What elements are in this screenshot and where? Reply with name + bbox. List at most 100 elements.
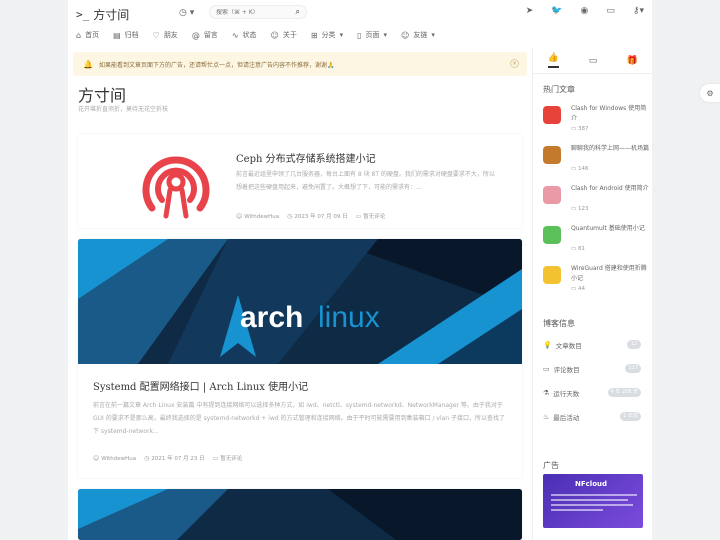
post-card[interactable] (78, 489, 522, 540)
home-icon: ⌂ (76, 30, 82, 40)
archive-icon: ▤ (113, 30, 121, 40)
search-icon[interactable]: ⌕ (296, 7, 300, 17)
post-thumbnail (543, 146, 561, 164)
time-icon[interactable]: ◷ ▾ (179, 8, 194, 18)
clock-icon: ◷ (287, 213, 293, 220)
comment-icon: ▭ (571, 166, 578, 172)
site-name: 方寸间 (93, 8, 130, 22)
banner-text-arch: arch (240, 301, 303, 334)
post-meta: ☺ WithdewHua ◷ 2021 年 07 月 23 日 ▭ 暂无评论 (93, 454, 243, 463)
date: ◷ 2021 年 07 月 23 日 (144, 455, 205, 462)
ad-text-lines (551, 494, 637, 514)
search-input[interactable] (216, 8, 286, 16)
comment-icon: ▭ (571, 246, 578, 252)
post-thumbnail (543, 186, 561, 204)
at-icon: @ (191, 30, 200, 40)
user-icon: ☺ (93, 454, 100, 462)
twitter-icon[interactable]: 🐦 (551, 6, 562, 16)
nav-item-archive[interactable]: ▤ 归档 (113, 30, 139, 40)
comment-icon: ▭ (571, 126, 578, 132)
post-banner[interactable]: arch linux (78, 239, 522, 364)
close-icon[interactable]: × (510, 59, 519, 68)
clock-icon: ◷ (144, 455, 150, 462)
message-icon[interactable]: ▭ (606, 6, 615, 16)
stat-uptime: ⚗ 运行天数 4 年 208 天 (543, 386, 641, 400)
sidebar: 👍 ▭ 🎁 热门文章 Clash for Windows 使用简介 ▭ 387 … (532, 48, 653, 540)
nav-item-categories[interactable]: ⊞ 分类 ▾ (311, 30, 343, 40)
comment-icon: ▭ (571, 206, 578, 212)
tab-gift[interactable]: 🎁 (627, 56, 638, 66)
bulb-icon: 💡 (543, 341, 552, 349)
comments[interactable]: ▭ 暂无评论 (356, 212, 386, 220)
heart-icon: ♡ (152, 30, 160, 40)
banner-art (78, 489, 522, 540)
comment-icon: ▭ (212, 455, 219, 462)
terminal-icon: >_ (76, 8, 90, 21)
file-icon: ▯ (357, 30, 362, 40)
chevron-down-icon: ▾ (383, 31, 387, 39)
author[interactable]: ☺ WithdewHua (236, 213, 279, 220)
stat-comments: ▭ 评论数目 117 (543, 362, 641, 376)
hot-post-item[interactable]: Clash for Android 使用简介 ▭ 123 (543, 184, 649, 220)
comment-icon: ▭ (355, 213, 362, 220)
nav-item-pages[interactable]: ▯ 页面 ▾ (357, 30, 387, 40)
search-box[interactable]: ⌕ (209, 5, 307, 19)
main-nav: ⌂ 首页 ▤ 归档 ♡ 朋友 @ 留言 ∿ 状态 ☺ 关于 ⊞ 分类 ▾ ▯ 页面 ▾ ☺ 友链 ▾ (76, 30, 435, 40)
chevron-down-icon: ▾ (431, 31, 435, 39)
flame-icon: ♨ (543, 413, 550, 421)
nav-item-status[interactable]: ∿ 状态 (232, 30, 257, 40)
ad-notice: 🔔 如果能看到文章页面下方的广告，还请帮忙点一点，但请注意广告内容不作推荐，谢谢… (73, 52, 527, 76)
hot-post-item[interactable]: 聊聊我的科学上网——机场篇 ▭ 146 (543, 144, 649, 180)
post-thumbnail (543, 226, 561, 244)
key-icon[interactable]: ⚷▾ (633, 6, 644, 16)
nav-item-about[interactable]: ☺ 关于 (271, 30, 297, 40)
comment-icon: ▭ (571, 286, 578, 292)
hot-posts-title: 热门文章 (543, 85, 575, 94)
user-icon: ☺ (236, 212, 243, 220)
post-excerpt: 前言最近组里申领了几台服务器，每台上面有 8 块 8T 的硬盘。我们的需求对硬盘… (236, 171, 495, 191)
ad-brand: NFcloud (575, 480, 607, 488)
post-title[interactable]: Systemd 配置网络接口 | Arch Linux 使用小记 (93, 378, 308, 393)
hot-post-item[interactable]: Quantumult 基础使用小记 ▭ 81 (543, 224, 648, 260)
ad-banner[interactable]: NFcloud (543, 474, 643, 528)
nav-item-home[interactable]: ⌂ 首页 (76, 30, 99, 40)
date: ◷ 2023 年 07 月 09 日 (287, 213, 348, 220)
settings-gear-icon[interactable]: ⚙ (700, 84, 720, 102)
tab-comments[interactable]: ▭ (589, 56, 598, 66)
pulse-icon: ∿ (231, 30, 239, 40)
telegram-icon[interactable]: ➤ (526, 6, 534, 16)
site-logo[interactable]: >_ 方寸间 (76, 6, 129, 23)
stat-posts: 💡 文章数目 12 (543, 338, 641, 352)
page-title: 方寸间 (78, 86, 127, 105)
post-thumbnail (543, 106, 561, 124)
header: >_ 方寸间 ◷ ▾ ⌕ ➤ 🐦 ◉ ▭ ⚷▾ ⌂首页 ▤归档 ♡朋友 @留言 … (68, 0, 652, 48)
comments[interactable]: ▭ 暂无评论 (213, 454, 243, 462)
flask-icon: ⚗ (543, 389, 550, 397)
user-icon: ☺ (270, 30, 279, 40)
stat-last-active: ♨ 最后活动 1 年前 (543, 410, 641, 424)
bell-icon: 🔔 (83, 59, 93, 69)
nav-item-guestbook[interactable]: @ 留言 (192, 30, 218, 40)
post-title[interactable]: Ceph 分布式存储系统搭建小记 (236, 150, 376, 165)
ceph-logo (142, 156, 210, 219)
author[interactable]: ☺ WithdewHua (93, 455, 136, 462)
chevron-down-icon: ▾ (339, 31, 344, 39)
user-icon: ☺ (401, 30, 410, 40)
post-card[interactable]: arch linux Systemd 配置网络接口 | Arch Linux 使… (78, 239, 522, 478)
post-meta: ☺ WithdewHua ◷ 2023 年 07 月 09 日 ▭ 暂无评论 (236, 212, 386, 221)
tab-hot[interactable]: 👍 (547, 53, 560, 68)
post-thumbnail (543, 266, 561, 284)
post-card[interactable]: Ceph 分布式存储系统搭建小记 前言最近组里申领了几台服务器，每台上面有 8 … (78, 134, 522, 228)
notice-text: 如果能看到文章页面下方的广告，还请帮忙点一点，但请注意广告内容不作推荐，谢谢🙏 (98, 61, 335, 69)
post-banner[interactable] (78, 489, 522, 540)
page-subtitle: 花开堪折直须折，莫待无花空折枝 (78, 106, 169, 113)
rss-icon[interactable]: ◉ (581, 6, 589, 16)
sidebar-tabs: 👍 ▭ 🎁 (533, 48, 653, 74)
hot-post-item[interactable]: WireGuard 搭建和使用折腾小记 ▭ 44 (543, 264, 648, 300)
nav-item-friends[interactable]: ♡ 朋友 (153, 30, 178, 40)
grid-icon: ⊞ (310, 30, 318, 40)
nav-item-links[interactable]: ☺ 友链 ▾ (401, 30, 435, 40)
ad-title: 广告 (543, 461, 559, 470)
hot-post-item[interactable]: Clash for Windows 使用简介 ▭ 387 (543, 104, 648, 140)
comment-icon: ▭ (543, 365, 550, 373)
